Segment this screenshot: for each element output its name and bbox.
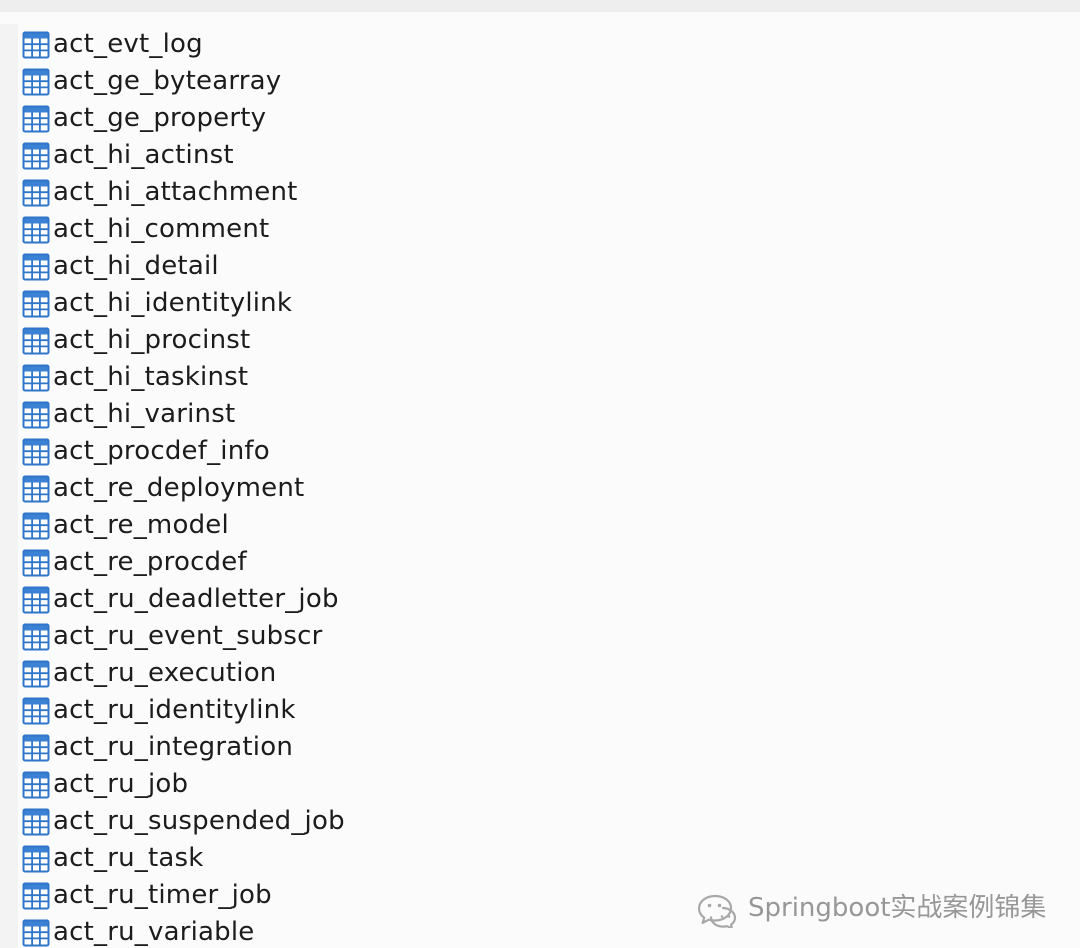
table-list-item[interactable]: act_ge_bytearray: [22, 63, 345, 100]
table-name-label: act_ru_suspended_job: [53, 806, 345, 836]
table-list-panel: act_evt_log act_ge_bytearray act_ge_proper…: [0, 0, 1080, 948]
table-list-item[interactable]: act_hi_identitylink: [22, 285, 345, 322]
table-name-label: act_ru_event_subscr: [53, 621, 323, 651]
table-grid-icon: [22, 179, 50, 206]
table-list-item[interactable]: act_hi_actinst: [22, 137, 345, 174]
table-grid-icon: [22, 623, 50, 650]
watermark: Springboot实战案例锦集: [694, 888, 1046, 928]
database-table-list: act_evt_log act_ge_bytearray act_ge_proper…: [22, 26, 345, 948]
table-list-item[interactable]: act_ru_suspended_job: [22, 803, 345, 840]
table-list-item[interactable]: act_re_deployment: [22, 470, 345, 507]
table-list-item[interactable]: act_evt_log: [22, 26, 345, 63]
wechat-chat-icon: [697, 894, 737, 928]
table-name-label: act_ru_task: [53, 843, 204, 873]
table-grid-icon: [22, 845, 50, 872]
table-grid-icon: [22, 327, 50, 354]
table-grid-icon: [22, 216, 50, 243]
table-name-label: act_re_deployment: [53, 473, 305, 503]
table-name-label: act_ru_integration: [53, 732, 294, 762]
table-list-item[interactable]: act_ru_job: [22, 766, 345, 803]
table-name-label: act_re_model: [53, 510, 229, 540]
table-grid-icon: [22, 142, 50, 169]
table-list-item[interactable]: act_hi_procinst: [22, 322, 345, 359]
table-name-label: act_hi_taskinst: [53, 362, 249, 392]
table-name-label: act_hi_detail: [53, 251, 219, 281]
table-grid-icon: [22, 438, 50, 465]
table-list-item[interactable]: act_ru_timer_job: [22, 877, 345, 914]
table-list-item[interactable]: act_hi_detail: [22, 248, 345, 285]
table-grid-icon: [22, 697, 50, 724]
table-grid-icon: [22, 919, 50, 946]
table-list-item[interactable]: act_hi_varinst: [22, 396, 345, 433]
table-grid-icon: [22, 882, 50, 909]
table-list-item[interactable]: act_ru_event_subscr: [22, 618, 345, 655]
table-name-label: act_ru_variable: [53, 917, 255, 947]
table-grid-icon: [22, 586, 50, 613]
table-grid-icon: [22, 290, 50, 317]
table-name-label: act_ge_bytearray: [53, 66, 282, 96]
table-grid-icon: [22, 401, 50, 428]
table-list-item[interactable]: act_hi_taskinst: [22, 359, 345, 396]
table-list-item[interactable]: act_re_procdef: [22, 544, 345, 581]
table-name-label: act_ru_timer_job: [53, 880, 272, 910]
table-name-label: act_ru_execution: [53, 658, 277, 688]
table-list-item[interactable]: act_procdef_info: [22, 433, 345, 470]
watermark-text: Springboot实战案例锦集: [748, 893, 1047, 923]
table-name-label: act_hi_comment: [53, 214, 270, 244]
table-name-label: act_hi_attachment: [53, 177, 298, 207]
table-name-label: act_hi_procinst: [53, 325, 251, 355]
table-name-label: act_ru_identitylink: [53, 695, 296, 725]
left-gutter: [0, 24, 18, 948]
table-grid-icon: [22, 253, 50, 280]
table-name-label: act_ge_property: [53, 103, 267, 133]
table-name-label: act_hi_varinst: [53, 399, 236, 429]
table-list-item[interactable]: act_ru_integration: [22, 729, 345, 766]
table-grid-icon: [22, 105, 50, 132]
table-list-item[interactable]: act_ru_identitylink: [22, 692, 345, 729]
table-grid-icon: [22, 475, 50, 502]
table-list-item[interactable]: act_re_model: [22, 507, 345, 544]
table-grid-icon: [22, 364, 50, 391]
table-list-item[interactable]: act_hi_comment: [22, 211, 345, 248]
table-name-label: act_hi_actinst: [53, 140, 234, 170]
table-grid-icon: [22, 734, 50, 761]
table-name-label: act_evt_log: [53, 29, 203, 59]
table-name-label: act_ru_job: [53, 769, 189, 799]
table-list-item[interactable]: act_ru_variable: [22, 914, 345, 948]
table-name-label: act_procdef_info: [53, 436, 270, 466]
table-grid-icon: [22, 660, 50, 687]
table-list-item[interactable]: act_hi_attachment: [22, 174, 345, 211]
table-list-item[interactable]: act_ru_deadletter_job: [22, 581, 345, 618]
table-name-label: act_hi_identitylink: [53, 288, 293, 318]
table-grid-icon: [22, 771, 50, 798]
table-list-item[interactable]: act_ge_property: [22, 100, 345, 137]
table-grid-icon: [22, 549, 50, 576]
table-name-label: act_ru_deadletter_job: [53, 584, 339, 614]
table-name-label: act_re_procdef: [53, 547, 247, 577]
table-grid-icon: [22, 512, 50, 539]
table-list-item[interactable]: act_ru_execution: [22, 655, 345, 692]
table-grid-icon: [22, 808, 50, 835]
table-list-item[interactable]: act_ru_task: [22, 840, 345, 877]
table-grid-icon: [22, 31, 50, 58]
table-grid-icon: [22, 68, 50, 95]
